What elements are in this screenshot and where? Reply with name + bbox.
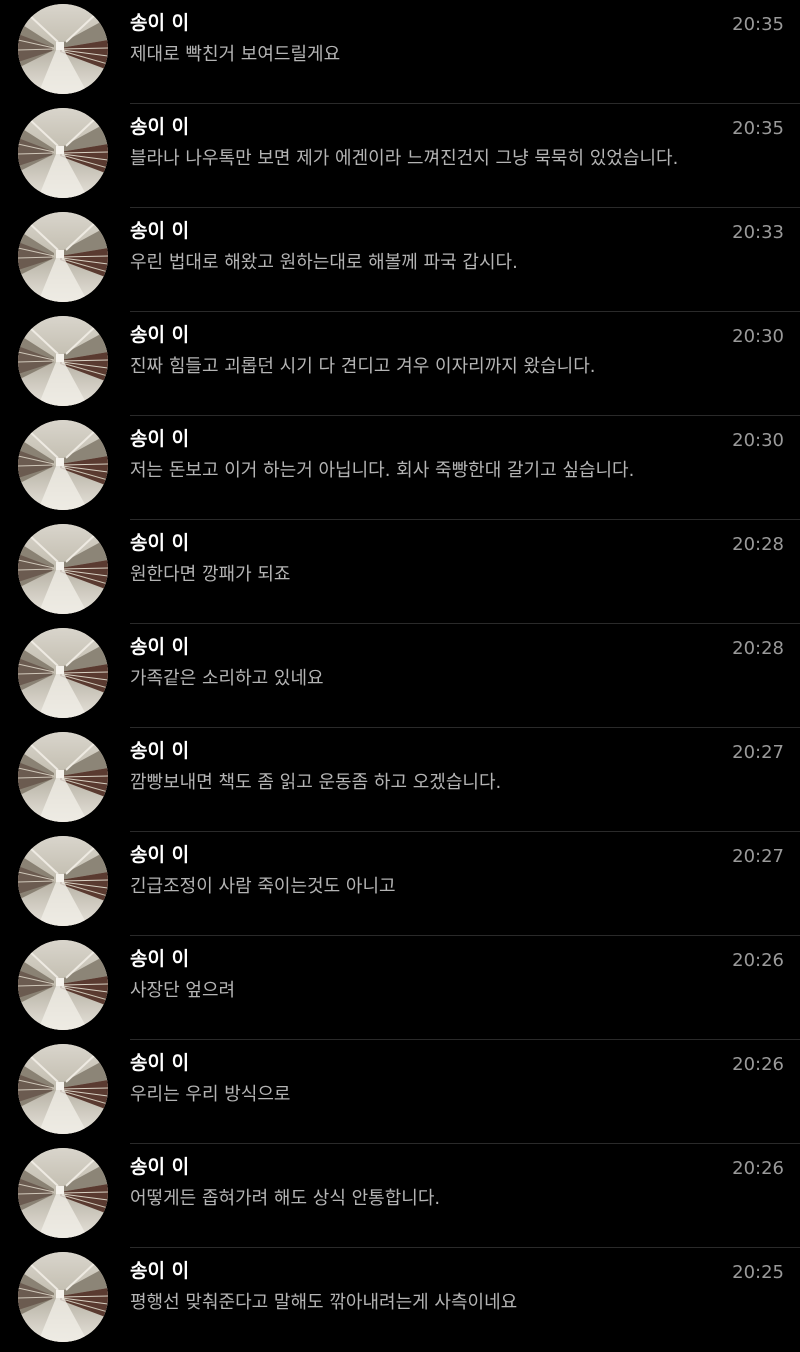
message-preview: 제대로 빡친거 보여드릴게요 [130,44,341,65]
avatar[interactable] [18,628,108,718]
avatar[interactable] [18,4,108,94]
avatar[interactable] [18,108,108,198]
avatar[interactable] [18,316,108,406]
message-row[interactable]: 송이 이 20:27 깜빵보내면 책도 좀 읽고 운동좀 하고 오겠습니다. [0,728,800,832]
sender-name: 송이 이 [130,1156,190,1178]
message-row[interactable]: 송이 이 20:33 우린 법대로 해왔고 원하는대로 해볼께 파국 갑시다. [0,208,800,312]
avatar[interactable] [18,836,108,926]
avatar[interactable] [18,524,108,614]
message-row[interactable]: 송이 이 20:35 제대로 빡친거 보여드릴게요 [0,0,800,104]
sender-name: 송이 이 [130,740,190,762]
message-time: 20:25 [732,1262,784,1283]
message-time: 20:33 [732,222,784,243]
sender-name: 송이 이 [130,844,190,866]
message-preview: 긴급조정이 사람 죽이는것도 아니고 [130,876,396,897]
message-preview: 블라나 나우톡만 보면 제가 에겐이라 느껴진건지 그냥 묵묵히 있었습니다. [130,148,679,169]
sender-name: 송이 이 [130,116,190,138]
sender-name: 송이 이 [130,324,190,346]
message-time: 20:27 [732,742,784,763]
message-row[interactable]: 송이 이 20:26 우리는 우리 방식으로 [0,1040,800,1144]
message-row[interactable]: 송이 이 20:26 사장단 엎으려 [0,936,800,1040]
message-preview: 저는 돈보고 이거 하는거 아닙니다. 회사 죽빵한대 갈기고 싶습니다. [130,460,635,481]
message-preview: 원한다면 깡패가 되죠 [130,564,291,585]
message-time: 20:28 [732,638,784,659]
message-preview: 평행선 맞춰준다고 말해도 깎아내려는게 사측이네요 [130,1292,518,1313]
message-time: 20:27 [732,846,784,867]
message-time: 20:26 [732,1158,784,1179]
message-row[interactable]: 송이 이 20:25 평행선 맞춰준다고 말해도 깎아내려는게 사측이네요 [0,1248,800,1352]
message-time: 20:35 [732,118,784,139]
sender-name: 송이 이 [130,220,190,242]
message-row[interactable]: 송이 이 20:26 어떻게든 좁혀가려 해도 상식 안통합니다. [0,1144,800,1248]
sender-name: 송이 이 [130,636,190,658]
sender-name: 송이 이 [130,1260,190,1282]
message-time: 20:30 [732,430,784,451]
message-preview: 우리는 우리 방식으로 [130,1084,291,1105]
message-time: 20:26 [732,1054,784,1075]
message-time: 20:28 [732,534,784,555]
message-preview: 깜빵보내면 책도 좀 읽고 운동좀 하고 오겠습니다. [130,772,502,793]
sender-name: 송이 이 [130,428,190,450]
avatar[interactable] [18,732,108,822]
avatar[interactable] [18,212,108,302]
message-preview: 우린 법대로 해왔고 원하는대로 해볼께 파국 갑시다. [130,252,518,273]
sender-name: 송이 이 [130,12,190,34]
avatar[interactable] [18,1044,108,1134]
avatar[interactable] [18,420,108,510]
message-row[interactable]: 송이 이 20:28 원한다면 깡패가 되죠 [0,520,800,624]
message-time: 20:30 [732,326,784,347]
message-row[interactable]: 송이 이 20:28 가족같은 소리하고 있네요 [0,624,800,728]
message-row[interactable]: 송이 이 20:35 블라나 나우톡만 보면 제가 에겐이라 느껴진건지 그냥 … [0,104,800,208]
sender-name: 송이 이 [130,1052,190,1074]
message-preview: 가족같은 소리하고 있네요 [130,668,324,689]
message-preview: 어떻게든 좁혀가려 해도 상식 안통합니다. [130,1188,441,1209]
message-row[interactable]: 송이 이 20:30 진짜 힘들고 괴롭던 시기 다 견디고 겨우 이자리까지 … [0,312,800,416]
message-list: 송이 이 20:35 제대로 빡친거 보여드릴게요 송이 이 20:35 블라나… [0,0,800,1350]
message-row[interactable]: 송이 이 20:27 긴급조정이 사람 죽이는것도 아니고 [0,832,800,936]
sender-name: 송이 이 [130,948,190,970]
avatar[interactable] [18,1148,108,1238]
message-preview: 사장단 엎으려 [130,980,236,1001]
avatar[interactable] [18,1252,108,1342]
sender-name: 송이 이 [130,532,190,554]
message-preview: 진짜 힘들고 괴롭던 시기 다 견디고 겨우 이자리까지 왔습니다. [130,356,596,377]
message-row[interactable]: 송이 이 20:30 저는 돈보고 이거 하는거 아닙니다. 회사 죽빵한대 갈… [0,416,800,520]
message-time: 20:35 [732,14,784,35]
avatar[interactable] [18,940,108,1030]
message-time: 20:26 [732,950,784,971]
